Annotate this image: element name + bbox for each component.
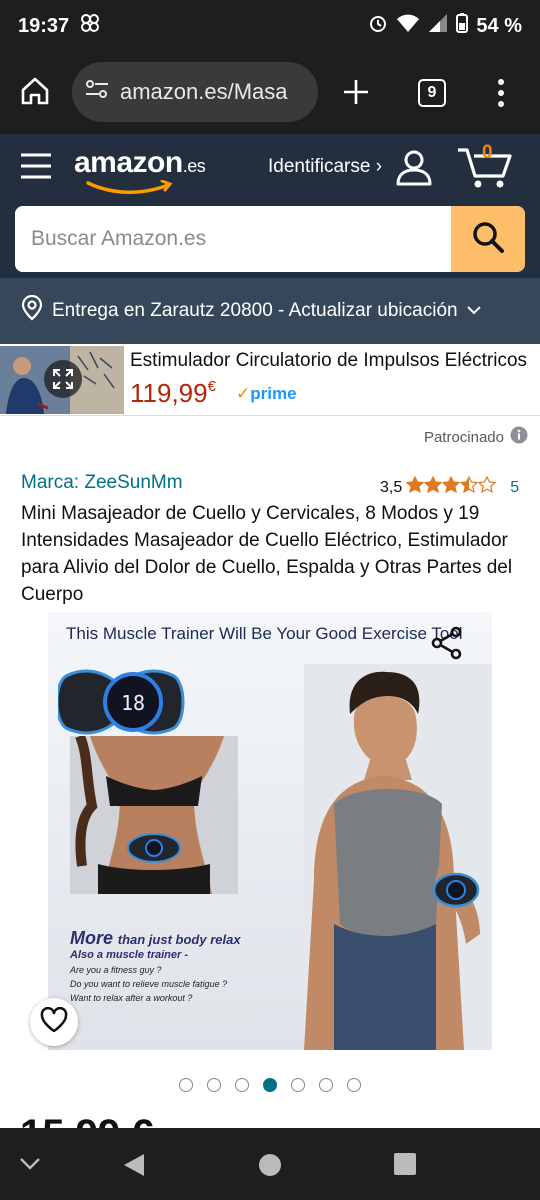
site-settings-icon[interactable]: [84, 77, 110, 107]
image-more-text: More: [70, 928, 114, 948]
logo-suffix: .es: [182, 156, 206, 176]
sponsored-ad-banner[interactable]: Estimulador Circulatorio de Impulsos Elé…: [0, 344, 540, 416]
chevron-down-icon: [466, 300, 482, 322]
amazon-header: amazon.es Identificarse › 0: [0, 134, 540, 278]
prime-label: prime: [250, 384, 297, 403]
image-headline: This Muscle Trainer Will Be Your Good Ex…: [66, 624, 463, 643]
add-to-wishlist-button[interactable]: [30, 998, 78, 1046]
product-price: 15,99 €: [20, 1110, 220, 1128]
search-icon: [470, 219, 506, 260]
ad-price-currency: €: [207, 378, 216, 395]
image-text-block: More than just body relax Also a muscle …: [70, 928, 270, 1003]
rating-value: 3,5: [380, 478, 403, 496]
product-rating[interactable]: 3,5 5: [380, 475, 519, 499]
carousel-dot[interactable]: [263, 1078, 277, 1092]
image-question-3: Want to relax after a workout ?: [70, 993, 193, 1003]
device-display: 18: [121, 691, 145, 715]
prime-check-icon: ✓: [236, 384, 251, 403]
carousel-dot[interactable]: [291, 1078, 305, 1092]
image-question-1: Are you a fitness guy ?: [70, 965, 162, 975]
carousel-dot[interactable]: [207, 1078, 221, 1092]
share-icon: [430, 626, 464, 664]
prime-badge: ✓prime: [236, 384, 297, 404]
location-pin-icon: [20, 294, 44, 327]
battery-icon: [456, 13, 469, 39]
battery-percentage: 54 %: [476, 14, 522, 37]
rating-count[interactable]: 5: [510, 479, 519, 497]
product-image-gallery[interactable]: This Muscle Trainer Will Be Your Good Ex…: [0, 612, 540, 1052]
ad-title[interactable]: Estimulador Circulatorio de Impulsos Elé…: [130, 350, 536, 372]
delivery-location-bar[interactable]: Entrega en Zarautz 20800 - Actualizar ub…: [0, 278, 540, 344]
url-bar[interactable]: amazon.es/Masa: [72, 62, 318, 122]
ad-price-value: 119,99: [130, 378, 208, 408]
home-icon[interactable]: [20, 76, 50, 111]
logo-text: amazon: [74, 146, 183, 179]
cart-count: 0: [482, 142, 493, 163]
product-title: Mini Masajeador de Cuello y Cervicales, …: [21, 503, 513, 605]
search-button[interactable]: [451, 206, 525, 272]
image-subtitle: Also a muscle trainer -: [70, 949, 188, 961]
hamburger-menu-icon[interactable]: [20, 152, 52, 185]
status-time: 19:37: [18, 14, 70, 37]
share-button[interactable]: [430, 626, 464, 665]
wifi-icon: [396, 13, 420, 39]
sponsored-text: Patrocinado: [423, 428, 504, 446]
info-icon[interactable]: [510, 426, 528, 448]
overflow-menu-icon[interactable]: [496, 78, 506, 113]
ad-price: 119,99€: [130, 378, 216, 409]
keyboard-hide-icon[interactable]: [18, 1154, 42, 1177]
amazon-logo[interactable]: amazon.es: [74, 146, 206, 194]
recents-icon[interactable]: [394, 1153, 416, 1180]
woman-photo: [70, 736, 238, 894]
carousel-indicators: [0, 1078, 540, 1096]
carousel-dot[interactable]: [319, 1078, 333, 1092]
signal-icon: [428, 13, 448, 39]
expand-icon[interactable]: [44, 360, 82, 398]
tab-count: 9: [427, 84, 437, 101]
account-icon[interactable]: [394, 148, 434, 193]
brand-link[interactable]: Marca: ZeeSunMm: [21, 472, 183, 494]
carousel-dot[interactable]: [347, 1078, 361, 1092]
signin-link[interactable]: Identificarse ›: [268, 156, 382, 178]
sponsored-label[interactable]: Patrocinado: [424, 426, 528, 448]
browser-toolbar: amazon.es/Masa 9: [0, 52, 540, 134]
alarm-icon: [368, 13, 388, 39]
pinwheel-icon: [79, 12, 101, 40]
delivery-text: Entrega en Zarautz 20800 - Actualizar ub…: [52, 300, 458, 321]
image-question-2: Do you want to relieve muscle fatigue ?: [70, 979, 228, 989]
back-icon[interactable]: [122, 1152, 146, 1183]
man-photo: [304, 664, 492, 1050]
system-navigation-bar: [0, 1128, 540, 1200]
search-input[interactable]: [15, 206, 451, 272]
ad-thumbnail[interactable]: [0, 346, 124, 414]
massager-device-illustration: 18: [58, 669, 185, 735]
logo-smile-icon: [86, 180, 173, 194]
url-text: amazon.es/Masa: [120, 79, 288, 104]
rating-stars: [405, 475, 498, 499]
status-bar: 19:37 54 %: [0, 0, 540, 52]
heart-icon: [40, 1006, 68, 1038]
search-box: [15, 206, 525, 272]
carousel-dot[interactable]: [235, 1078, 249, 1092]
new-tab-icon[interactable]: [342, 78, 370, 111]
product-image[interactable]: This Muscle Trainer Will Be Your Good Ex…: [48, 612, 492, 1050]
tab-switcher-button[interactable]: 9: [418, 79, 446, 107]
carousel-dot[interactable]: [179, 1078, 193, 1092]
image-more-rest: than just body relax: [117, 932, 241, 947]
home-nav-icon[interactable]: [258, 1153, 282, 1182]
